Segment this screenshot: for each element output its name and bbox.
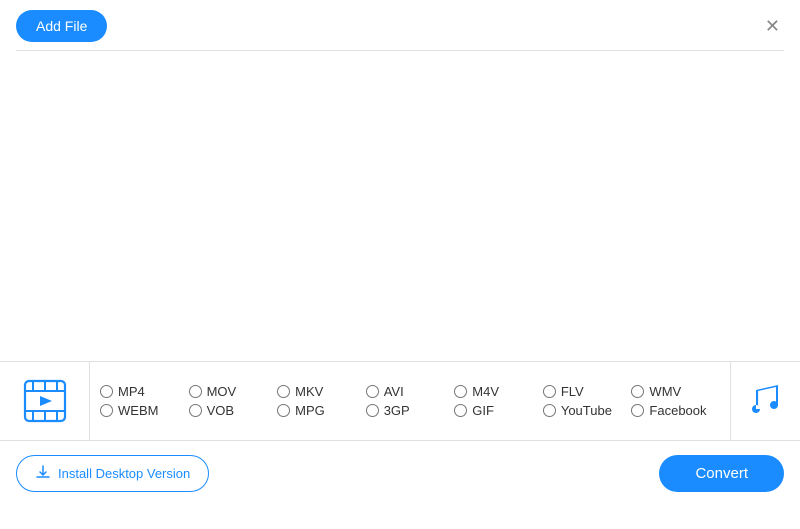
format-label-vob: VOB	[207, 403, 234, 418]
format-radio-3gp[interactable]	[366, 404, 379, 417]
format-option-avi[interactable]: AVI	[366, 384, 455, 399]
format-option-webm[interactable]: WEBM	[100, 403, 189, 418]
format-radio-m4v[interactable]	[454, 385, 467, 398]
format-radio-wmv[interactable]	[631, 385, 644, 398]
bottom-bar: Install Desktop Version Convert	[0, 441, 800, 506]
format-option-flv[interactable]: FLV	[543, 384, 632, 399]
format-radio-mov[interactable]	[189, 385, 202, 398]
format-radio-gif[interactable]	[454, 404, 467, 417]
format-label-3gp: 3GP	[384, 403, 410, 418]
install-desktop-button[interactable]: Install Desktop Version	[16, 455, 209, 492]
format-options-grid: MP4 MOV MKV AVI M4V FLV WMV WEBM VOB MPG 3GP GIF You…	[90, 376, 730, 426]
format-label-mpg: MPG	[295, 403, 325, 418]
format-radio-facebook[interactable]	[631, 404, 644, 417]
format-radio-mp4[interactable]	[100, 385, 113, 398]
format-label-facebook: Facebook	[649, 403, 706, 418]
format-radio-mpg[interactable]	[277, 404, 290, 417]
music-note-icon	[748, 381, 784, 422]
format-option-gif[interactable]: GIF	[454, 403, 543, 418]
download-icon	[35, 464, 51, 483]
format-option-wmv[interactable]: WMV	[631, 384, 720, 399]
format-radio-vob[interactable]	[189, 404, 202, 417]
format-label-youtube: YouTube	[561, 403, 612, 418]
convert-button[interactable]: Convert	[659, 455, 784, 492]
format-radio-webm[interactable]	[100, 404, 113, 417]
format-option-mp4[interactable]: MP4	[100, 384, 189, 399]
format-label-gif: GIF	[472, 403, 494, 418]
format-radio-avi[interactable]	[366, 385, 379, 398]
audio-format-icon-area	[730, 362, 800, 440]
format-option-mov[interactable]: MOV	[189, 384, 278, 399]
format-option-youtube[interactable]: YouTube	[543, 403, 632, 418]
format-label-mov: MOV	[207, 384, 237, 399]
format-radio-flv[interactable]	[543, 385, 556, 398]
format-option-vob[interactable]: VOB	[189, 403, 278, 418]
format-option-mkv[interactable]: MKV	[277, 384, 366, 399]
close-button[interactable]: ✕	[761, 13, 784, 39]
format-option-3gp[interactable]: 3GP	[366, 403, 455, 418]
format-label-mp4: MP4	[118, 384, 145, 399]
format-label-wmv: WMV	[649, 384, 681, 399]
format-radio-mkv[interactable]	[277, 385, 290, 398]
format-option-mpg[interactable]: MPG	[277, 403, 366, 418]
format-option-m4v[interactable]: M4V	[454, 384, 543, 399]
format-bar: MP4 MOV MKV AVI M4V FLV WMV WEBM VOB MPG 3GP GIF You…	[0, 361, 800, 441]
format-label-m4v: M4V	[472, 384, 499, 399]
format-option-facebook[interactable]: Facebook	[631, 403, 720, 418]
video-format-icon-area	[0, 362, 90, 440]
title-bar: Add File ✕	[0, 0, 800, 50]
add-file-button[interactable]: Add File	[16, 10, 107, 42]
film-icon	[22, 378, 68, 424]
format-label-webm: WEBM	[118, 403, 158, 418]
format-label-flv: FLV	[561, 384, 584, 399]
format-label-avi: AVI	[384, 384, 404, 399]
format-label-mkv: MKV	[295, 384, 323, 399]
install-label: Install Desktop Version	[58, 466, 190, 481]
main-content-area	[0, 51, 800, 361]
format-radio-youtube[interactable]	[543, 404, 556, 417]
